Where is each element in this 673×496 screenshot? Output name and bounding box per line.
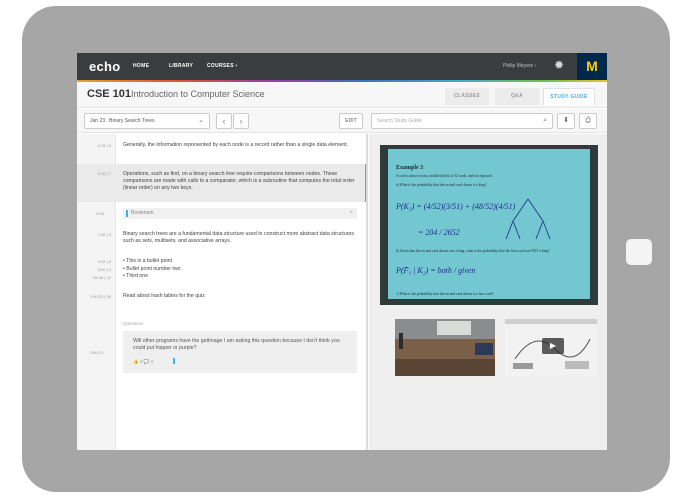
print-icon[interactable]: ⎙ xyxy=(579,113,597,129)
close-icon[interactable]: × xyxy=(349,208,353,219)
tab-classes[interactable]: CLASSES xyxy=(445,88,489,105)
board-handwriting: P(K₂) = (4/52)(3/51) + (48/52)(4/51) xyxy=(395,202,516,211)
note-text: Binary search trees are a fundamental da… xyxy=(123,231,354,244)
classroom-image xyxy=(395,319,495,376)
tab-study-guide[interactable]: STUDY GUIDE xyxy=(543,88,595,105)
board-title: Example 3 xyxy=(396,165,423,171)
university-logo[interactable]: M xyxy=(577,53,607,80)
download-icon[interactable]: ⬇ xyxy=(557,113,575,129)
notes-pane: 4:15 | 3 Generally, the information repr… xyxy=(77,134,368,450)
whiteboard-drawing: Example 3 A card is drawn from a shuffle… xyxy=(388,149,590,299)
notes-scrollbar[interactable] xyxy=(366,134,368,450)
prev-button[interactable]: ‹ xyxy=(216,113,232,129)
course-name: Introduction to Computer Science xyxy=(131,89,265,99)
nav-home[interactable]: HOME xyxy=(133,63,149,69)
screen-video-thumbnail[interactable]: ▶ xyxy=(505,319,597,376)
note-timestamp[interactable]: 55:45 | 22 xyxy=(77,275,111,281)
echo-logo[interactable]: echo xyxy=(89,59,121,74)
bookmark-bar[interactable]: Bookmark × xyxy=(123,208,357,219)
board-handwriting: = 204 / 2652 xyxy=(418,228,460,237)
course-header: CSE 101 Introduction to Computer Science… xyxy=(77,82,607,108)
bullet-item: • Bullet point number two xyxy=(123,265,181,272)
bookmark-item[interactable]: 5:38 Bookmark × xyxy=(77,204,366,222)
note-item-highlighted[interactable]: 5:18 | 7 Operations, such as find, on a … xyxy=(77,164,366,202)
lecture-select-label: Jan 23 : Binary Search Trees xyxy=(90,118,155,124)
media-pane: Example 3 A card is drawn from a shuffle… xyxy=(369,134,607,450)
bullet-list: • This is a bullet point • Bullet point … xyxy=(123,258,180,281)
search-icon[interactable]: ⌕ xyxy=(543,114,547,128)
tablet-home-button[interactable] xyxy=(626,239,652,265)
chevron-down-icon: ⌄ xyxy=(198,117,204,124)
top-nav: echo HOME LIBRARY COURSES › Philip Meyer… xyxy=(77,53,607,80)
bookmark-label: Bookmark xyxy=(131,210,154,216)
board-line: a) What is the probability that the seco… xyxy=(396,183,487,187)
note-timestamp[interactable]: 9:42 | 9 xyxy=(77,259,111,265)
note-text: Operations, such as find, on a binary se… xyxy=(123,171,355,191)
lecture-select[interactable]: Jan 23 : Binary Search Trees ⌄ xyxy=(84,113,210,129)
bookmark-icon xyxy=(126,210,128,217)
question-timestamp[interactable]: 2:50:23 xyxy=(77,350,103,356)
note-timestamp[interactable]: 5:00 | 3 xyxy=(77,267,111,273)
toolbar: Jan 23 : Binary Search Trees ⌄ ‹ › EDIT … xyxy=(77,109,607,133)
nav-library[interactable]: LIBRARY xyxy=(169,63,193,69)
edit-button[interactable]: EDIT xyxy=(339,113,363,129)
user-menu[interactable]: Philip Meyers › xyxy=(503,63,536,69)
gear-icon[interactable]: ✹ xyxy=(554,59,564,71)
nav-courses[interactable]: COURSES › xyxy=(207,63,237,69)
note-timestamp[interactable]: 2:50:23 | 36 xyxy=(77,294,111,300)
course-code: CSE 101 xyxy=(87,88,132,100)
app-screen: echo HOME LIBRARY COURSES › Philip Meyer… xyxy=(77,53,607,450)
lecture-slide-capture[interactable]: Example 3 A card is drawn from a shuffle… xyxy=(380,145,598,305)
note-item[interactable]: 4:15 | 3 Generally, the information repr… xyxy=(77,138,366,160)
classroom-video-thumbnail[interactable] xyxy=(395,319,495,376)
board-line: c) What is the probability that the seco… xyxy=(396,292,494,296)
question-text: Will other programs have the getImage I … xyxy=(133,338,340,351)
note-text: Generally, the information represented b… xyxy=(123,142,349,148)
bullet-note[interactable]: 9:42 | 9 5:00 | 3 55:45 | 22 • This is a… xyxy=(77,256,366,284)
play-icon[interactable]: ▶ xyxy=(542,338,564,354)
question-stats[interactable]: 👍 5 💬 3 xyxy=(133,359,153,365)
bullet-item: • Third one xyxy=(123,273,149,279)
note-item[interactable]: 7:46 | 4 Binary search trees are a funda… xyxy=(77,228,366,250)
board-handwriting: P(F̄₁ | K₂) = both / given xyxy=(395,266,475,275)
question-marker xyxy=(173,358,175,364)
note-item[interactable]: 2:50:23 | 36 Read about hash tables for … xyxy=(77,290,366,304)
tab-qa[interactable]: Q&A xyxy=(495,88,539,105)
note-timestamp[interactable]: 4:15 | 3 xyxy=(77,143,111,149)
search-placeholder: Search Study Guide xyxy=(377,118,422,124)
note-text: Read about hash tables for the quiz xyxy=(123,293,205,299)
questions-label: Questions xyxy=(123,321,144,326)
bookmark-timestamp[interactable]: 5:38 xyxy=(77,211,104,217)
next-button[interactable]: › xyxy=(233,113,249,129)
note-timestamp[interactable]: 5:18 | 7 xyxy=(77,171,111,177)
question-card[interactable]: Will other programs have the getImage I … xyxy=(123,331,357,373)
whiteboard-image: Example 3 A card is drawn from a shuffle… xyxy=(388,149,590,299)
note-timestamp[interactable]: 7:46 | 4 xyxy=(77,232,111,238)
search-input[interactable]: Search Study Guide ⌕ xyxy=(371,113,553,129)
bullet-item: • This is a bullet point xyxy=(123,258,173,264)
